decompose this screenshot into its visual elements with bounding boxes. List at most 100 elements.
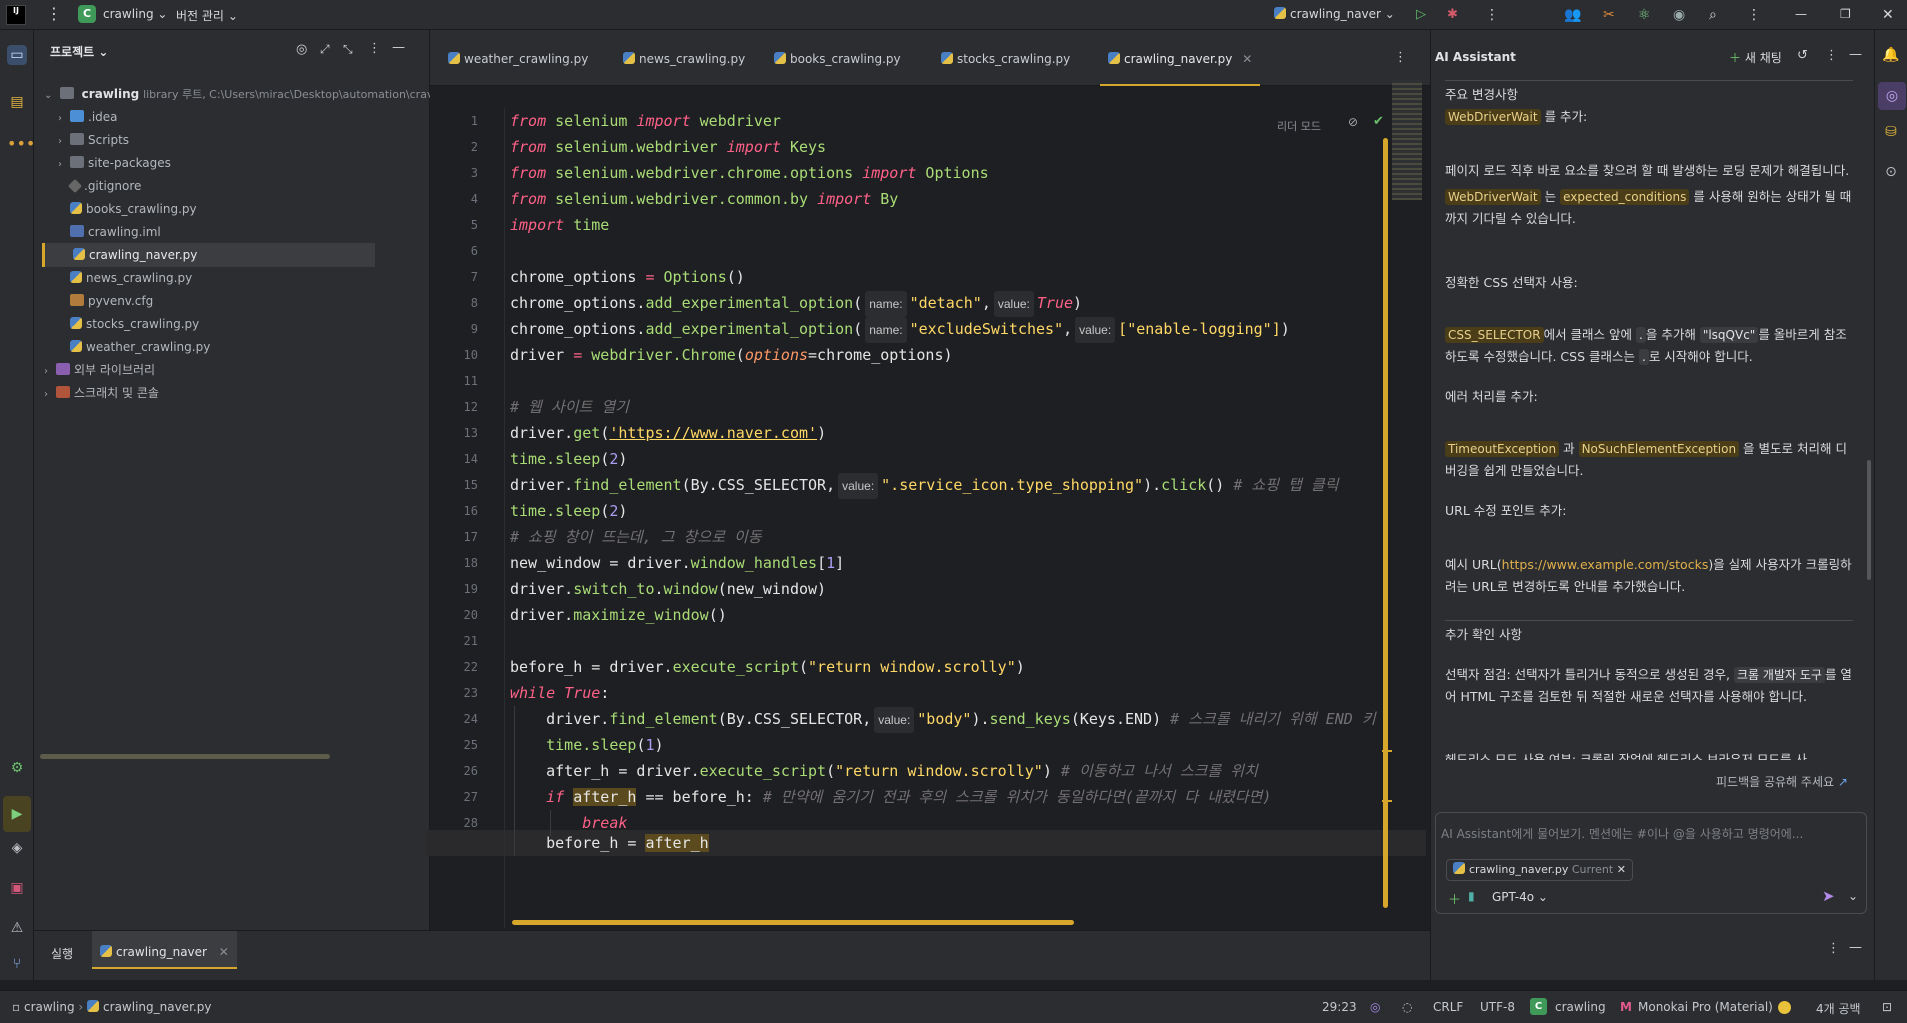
run-options-icon[interactable]: ⋮ [1827,941,1840,956]
line-number[interactable]: 9 [448,322,478,336]
close-tab-icon[interactable]: ✕ [219,945,229,959]
database-icon[interactable]: ⛁ [1881,122,1901,142]
tab-crawling-naver[interactable]: crawling_naver.py ✕ [1100,50,1261,86]
line-number[interactable]: 27 [448,790,478,804]
line-separator[interactable]: CRLF [1433,1000,1463,1014]
line-number[interactable]: 26 [448,764,478,778]
line-number[interactable]: 19 [448,582,478,596]
line-number[interactable]: 1 [448,114,478,128]
code-line-17[interactable]: # 쇼핑 창이 뜨는데, 그 창으로 이동 [510,524,762,550]
line-number[interactable]: 18 [448,556,478,570]
tree-item-stocks-crawling[interactable]: stocks_crawling.py [70,312,199,336]
line-number[interactable]: 24 [448,712,478,726]
problems-icon[interactable]: ⚠ [7,918,27,938]
ai-status-icon[interactable]: ◎ [1370,1000,1380,1014]
code-line-7[interactable]: chrome_options = Options() [510,264,745,290]
options-icon[interactable]: ⋮ [368,41,381,56]
code-minimap[interactable] [1392,80,1422,200]
ai-input-placeholder[interactable]: AI Assistant에게 물어보기. 멘션에는 #이나 @을 사용하고 명령… [1441,825,1851,842]
line-number[interactable]: 20 [448,608,478,622]
tree-item-scripts[interactable]: › Scripts [58,128,129,152]
file-encoding[interactable]: UTF-8 [1480,1000,1515,1014]
line-number[interactable]: 15 [448,478,478,492]
send-icon[interactable]: ➤ [1822,887,1835,905]
line-number[interactable]: 3 [448,166,478,180]
line-number[interactable]: 11 [448,374,478,388]
run-tab-crawling-naver[interactable]: crawling_naver ✕ [92,931,237,969]
settings-menu-icon[interactable]: ⋮ [1747,7,1761,23]
terminal-icon[interactable]: ▣ [7,878,27,898]
horizontal-scrollbar[interactable] [40,754,330,759]
ai-assistant-tool-icon[interactable]: ◎ [1878,82,1906,110]
chevron-down-icon[interactable]: ⌄ [1848,889,1858,903]
ai-input-box[interactable]: AI Assistant에게 물어보기. 멘션에는 #이나 @을 사용하고 명령… [1435,812,1867,914]
main-menu-icon[interactable]: ⋮ [46,4,62,23]
readonly-toggle-icon[interactable]: ◌ [1402,1000,1412,1014]
endpoints-icon[interactable]: ⊙ [1881,162,1901,182]
line-number[interactable]: 13 [448,426,478,440]
line-number[interactable]: 14 [448,452,478,466]
code-line-15[interactable]: driver.find_element(By.CSS_SELECTOR, valu… [510,472,1339,499]
restore-icon[interactable]: ❐ [1840,7,1851,21]
close-tab-icon[interactable]: ✕ [1242,52,1252,66]
close-icon[interactable]: ✕ [1882,7,1894,23]
hide-panel-icon[interactable]: — [1849,47,1862,62]
more-actions-icon[interactable]: ⋮ [1485,7,1499,23]
vertical-scrollbar[interactable] [1383,138,1388,908]
line-number[interactable]: 12 [448,400,478,414]
line-number[interactable]: 17 [448,530,478,544]
code-line-9[interactable]: chrome_options.add_experimental_option(n… [510,316,1290,343]
project-view-icon[interactable]: ▭ [7,45,27,65]
tab-stocks-crawling[interactable]: stocks_crawling.py [933,50,1078,86]
run-config-selector[interactable]: crawling_naver ⌄ [1274,7,1395,21]
tree-item-scratches[interactable]: › 스크래치 및 콘솔 [44,381,159,405]
code-line-20[interactable]: driver.maximize_window() [510,602,727,628]
theme-name[interactable]: Monokai Pro (Material) [1638,1000,1773,1014]
ai-icon[interactable]: ⚛ [1638,7,1651,23]
add-context-icon[interactable]: ＋ [1448,889,1461,908]
code-line-13[interactable]: driver.get('https://www.naver.com') [510,420,826,446]
line-number[interactable]: 10 [448,348,478,362]
git-icon[interactable]: ⑂ [7,954,27,974]
prompt-library-icon[interactable]: ▮ [1468,889,1475,903]
line-number[interactable]: 5 [448,218,478,232]
ai-options-icon[interactable]: ⋮ [1825,48,1838,63]
breadcrumb-file[interactable]: crawling_naver.py [103,1000,211,1014]
structure-icon[interactable]: ▤ [7,92,27,112]
context-file-chip[interactable]: crawling_naver.py Current ✕ [1446,859,1633,881]
eye-hidden-icon[interactable]: ⊘ [1348,115,1358,129]
tab-weather-crawling[interactable]: weather_crawling.py [440,50,596,86]
example-url-link[interactable]: https://www.example.com/stocks [1502,557,1709,572]
code-line-22[interactable]: before_h = driver.execute_script("return… [510,654,1025,680]
code-line-14[interactable]: time.sleep(2) [510,446,627,472]
notifications-icon[interactable]: 🔔 [1881,45,1901,65]
line-number[interactable]: 28 [448,816,478,830]
services-icon[interactable]: ⚙ [7,758,27,778]
line-number[interactable]: 16 [448,504,478,518]
line-number[interactable]: 21 [448,634,478,648]
code-line-1[interactable]: from selenium import webdriver [510,108,781,134]
line-number[interactable]: 7 [448,270,478,284]
code-line-24[interactable]: driver.find_element(By.CSS_SELECTOR, valu… [510,706,1376,733]
vcs-menu[interactable]: 버전 관리 ⌄ [176,7,238,24]
line-number[interactable]: 4 [448,192,478,206]
code-with-me-icon[interactable]: 👥 [1564,7,1581,23]
tree-item-news-crawling[interactable]: news_crawling.py [70,266,192,290]
plugin-status-icon[interactable]: ◉ [1673,7,1685,23]
code-line-5[interactable]: import time [510,212,609,238]
url-link[interactable]: 'https://www.naver.com' [609,424,817,442]
line-number[interactable]: 22 [448,660,478,674]
line-number[interactable]: 25 [448,738,478,752]
collapse-all-icon[interactable]: ⤡ [343,42,353,57]
code-line-27[interactable]: if after_h == before_h: # 만약에 움기기 전과 후의 … [510,784,1271,810]
code-line-8[interactable]: chrome_options.add_experimental_option(n… [510,290,1082,317]
hide-run-icon[interactable]: — [1849,940,1862,955]
indent-setting[interactable]: 4개 공백 [1816,1000,1861,1017]
code-line-18[interactable]: new_window = driver.window_handles[1] [510,550,844,576]
breadcrumb[interactable]: ▫ crawling › crawling_naver.py [12,1000,211,1014]
tree-item-books-crawling[interactable]: books_crawling.py [70,197,197,221]
code-line-10[interactable]: driver = webdriver.Chrome(options=chrome… [510,342,953,368]
project-panel-title[interactable]: 프로젝트 ⌄ [50,43,108,60]
tools-icon[interactable]: ✂ [1603,7,1615,23]
model-selector[interactable]: GPT-4o ⌄ [1492,890,1548,904]
